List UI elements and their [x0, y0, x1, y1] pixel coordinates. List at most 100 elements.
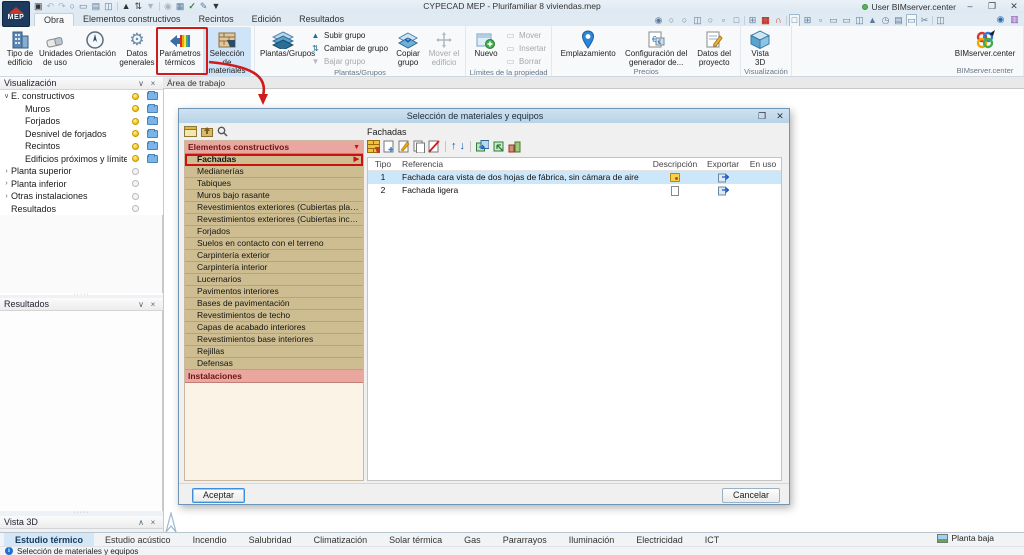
visibility-bulb-icon[interactable] — [132, 205, 139, 212]
tree-item-e-constructivos[interactable]: ∨ E. constructivos — [0, 90, 163, 103]
export-icon[interactable] — [718, 185, 729, 196]
layer-folder-icon[interactable] — [147, 130, 158, 138]
close-button[interactable]: ✕ — [1006, 0, 1022, 13]
visibility-bulb-icon[interactable] — [132, 193, 139, 200]
delete-row-icon[interactable] — [428, 140, 440, 153]
visibility-bulb-icon[interactable] — [132, 118, 139, 125]
bajar-grupo-button[interactable]: ▼ Bajar grupo — [308, 55, 390, 68]
help-book-icon[interactable]: ▥ — [1009, 14, 1020, 25]
col-referencia[interactable]: Referencia — [398, 158, 649, 170]
layer-folder-icon[interactable] — [147, 117, 158, 125]
edit-row-icon[interactable] — [398, 140, 410, 153]
visibility-bulb-icon[interactable] — [132, 130, 139, 137]
copy-row-icon[interactable] — [413, 140, 425, 153]
import-library-icon[interactable] — [492, 140, 505, 153]
chevron-down-icon[interactable]: ∨ — [135, 77, 147, 89]
category-medianerias[interactable]: Medianerías — [185, 166, 363, 178]
tab-pararrayos[interactable]: Pararrayos — [492, 533, 558, 546]
tab-ict[interactable]: ICT — [694, 533, 731, 546]
update-library-icon[interactable] — [508, 140, 521, 153]
col-tipo[interactable]: Tipo — [368, 158, 398, 170]
configuracion-generador-button[interactable]: €€ Configuración del generador de... — [621, 27, 691, 67]
crop-icon[interactable]: ◫ — [854, 15, 865, 26]
col-exportar[interactable]: Exportar — [701, 158, 745, 170]
category-carpinteria-exterior[interactable]: Carpintería exterior — [185, 250, 363, 262]
category-lucernarios[interactable]: Lucernarios — [185, 274, 363, 286]
tab-salubridad[interactable]: Salubridad — [238, 533, 303, 546]
bimserver-center-button[interactable]: BIMserver.center — [950, 27, 1020, 59]
visibility-bulb-icon[interactable] — [132, 168, 139, 175]
add-element-icon[interactable] — [367, 140, 380, 153]
edit-icon[interactable]: ✎ — [200, 1, 208, 12]
category-suelos-terreno[interactable]: Suelos en contacto con el terreno — [185, 238, 363, 250]
point-snap-icon[interactable]: ▫ — [815, 15, 826, 26]
subir-grupo-button[interactable]: ▲ Subir grupo — [308, 29, 390, 42]
export-view-icon[interactable]: ◫ — [104, 1, 113, 12]
close-icon[interactable]: × — [147, 298, 159, 310]
keyboard-icon[interactable]: ▭ — [841, 15, 852, 26]
tab-electricidad[interactable]: Electricidad — [625, 533, 694, 546]
save-icon[interactable]: ▣ — [34, 1, 43, 12]
tree-item-otras-instalaciones[interactable]: › Otras instalaciones — [0, 190, 163, 203]
col-descripcion[interactable]: Descripción — [649, 158, 701, 170]
table-row[interactable]: 1 Fachada cara vista de dos hojas de fáb… — [368, 171, 781, 184]
tab-obra[interactable]: Obra — [34, 13, 74, 26]
chevron-up-icon[interactable]: ∧ — [135, 516, 147, 528]
tab-climatizacion[interactable]: Climatización — [303, 533, 379, 546]
tipo-de-edificio-button[interactable]: Tipo de edificio — [3, 27, 37, 67]
category-forjados[interactable]: Forjados — [185, 226, 363, 238]
minimize-button[interactable]: – — [962, 0, 978, 13]
zoom-icon[interactable]: ○ — [70, 1, 75, 12]
expander-icon[interactable]: › — [2, 168, 11, 175]
print-icon[interactable]: ▭ — [79, 1, 88, 12]
dialog-maximize-button[interactable]: ❐ — [753, 109, 771, 123]
visibility-bulb-icon[interactable] — [132, 155, 139, 162]
expander-icon[interactable]: › — [2, 193, 11, 200]
vista-3d-button[interactable]: Vista 3D — [744, 27, 776, 67]
tree-item-recintos[interactable]: Recintos — [0, 140, 163, 153]
plantas-grupos-button[interactable]: Plantas/Grupos — [258, 27, 308, 59]
folder-up-icon[interactable] — [201, 126, 213, 137]
accept-button[interactable]: Aceptar — [192, 488, 245, 503]
move-down-icon[interactable]: ↓ — [460, 140, 466, 153]
yellow-note-icon[interactable] — [670, 173, 680, 182]
check-icon[interactable]: ✓ — [188, 1, 196, 12]
dimension-icon[interactable]: ▭ — [828, 15, 839, 26]
mover-el-edificio-button[interactable]: Mover el edificio — [426, 27, 462, 67]
tab-elementos-constructivos[interactable]: Elementos constructivos — [74, 13, 190, 26]
category-revestimientos-base[interactable]: Revestimientos base interiores — [185, 334, 363, 346]
redo-icon[interactable]: ↷ — [58, 1, 66, 12]
group-up-icon[interactable]: ▲ — [122, 1, 131, 12]
datos-generales-button[interactable]: ⚙ Datos generales — [117, 27, 157, 67]
app-logo[interactable]: MEP — [2, 1, 30, 27]
nuevo-button[interactable]: Nuevo — [469, 27, 503, 59]
update-icon[interactable]: ◉ — [164, 1, 172, 12]
emplazamiento-button[interactable]: Emplazamiento — [555, 27, 621, 59]
category-rev-ext-planas[interactable]: Revestimientos exteriores (Cubiertas pla… — [185, 202, 363, 214]
visibility-bulb-icon[interactable] — [132, 180, 139, 187]
category-muros-bajo-rasante[interactable]: Muros bajo rasante — [185, 190, 363, 202]
config-icon[interactable]: ▦ — [176, 1, 185, 12]
tree-item-desnivel-forjados[interactable]: Desnivel de forjados — [0, 128, 163, 141]
pan-icon[interactable]: ◫ — [692, 15, 703, 26]
tab-resultados[interactable]: Resultados — [290, 13, 353, 26]
category-bases-pavimentacion[interactable]: Bases de pavimentación — [185, 298, 363, 310]
hand-icon[interactable]: ▫ — [718, 15, 729, 26]
move-up-icon[interactable]: ↑ — [451, 140, 457, 153]
snap-window-icon[interactable]: ⊞ — [747, 15, 758, 26]
dialog-close-button[interactable]: ✕ — [771, 109, 789, 123]
category-tabiques[interactable]: Tabiques — [185, 178, 363, 190]
close-icon[interactable]: × — [147, 516, 159, 528]
redraw-icon[interactable]: ◉ — [653, 15, 664, 26]
new-row-icon[interactable] — [383, 140, 395, 153]
layer-folder-icon[interactable] — [147, 105, 158, 113]
insertar-button[interactable]: ▭ Insertar — [503, 42, 548, 55]
search-icon[interactable] — [217, 126, 228, 137]
template-icon[interactable]: ▤ — [893, 15, 904, 26]
chevron-down-icon[interactable]: ∨ — [135, 298, 147, 310]
cancel-button[interactable]: Cancelar — [722, 488, 780, 503]
seleccion-de-materiales-button[interactable]: Selección de materiales y... — [203, 27, 251, 85]
grid-icon[interactable]: ⊞ — [802, 15, 813, 26]
layer-folder-icon[interactable] — [147, 142, 158, 150]
zoom-previous-icon[interactable]: ○ — [679, 15, 690, 26]
